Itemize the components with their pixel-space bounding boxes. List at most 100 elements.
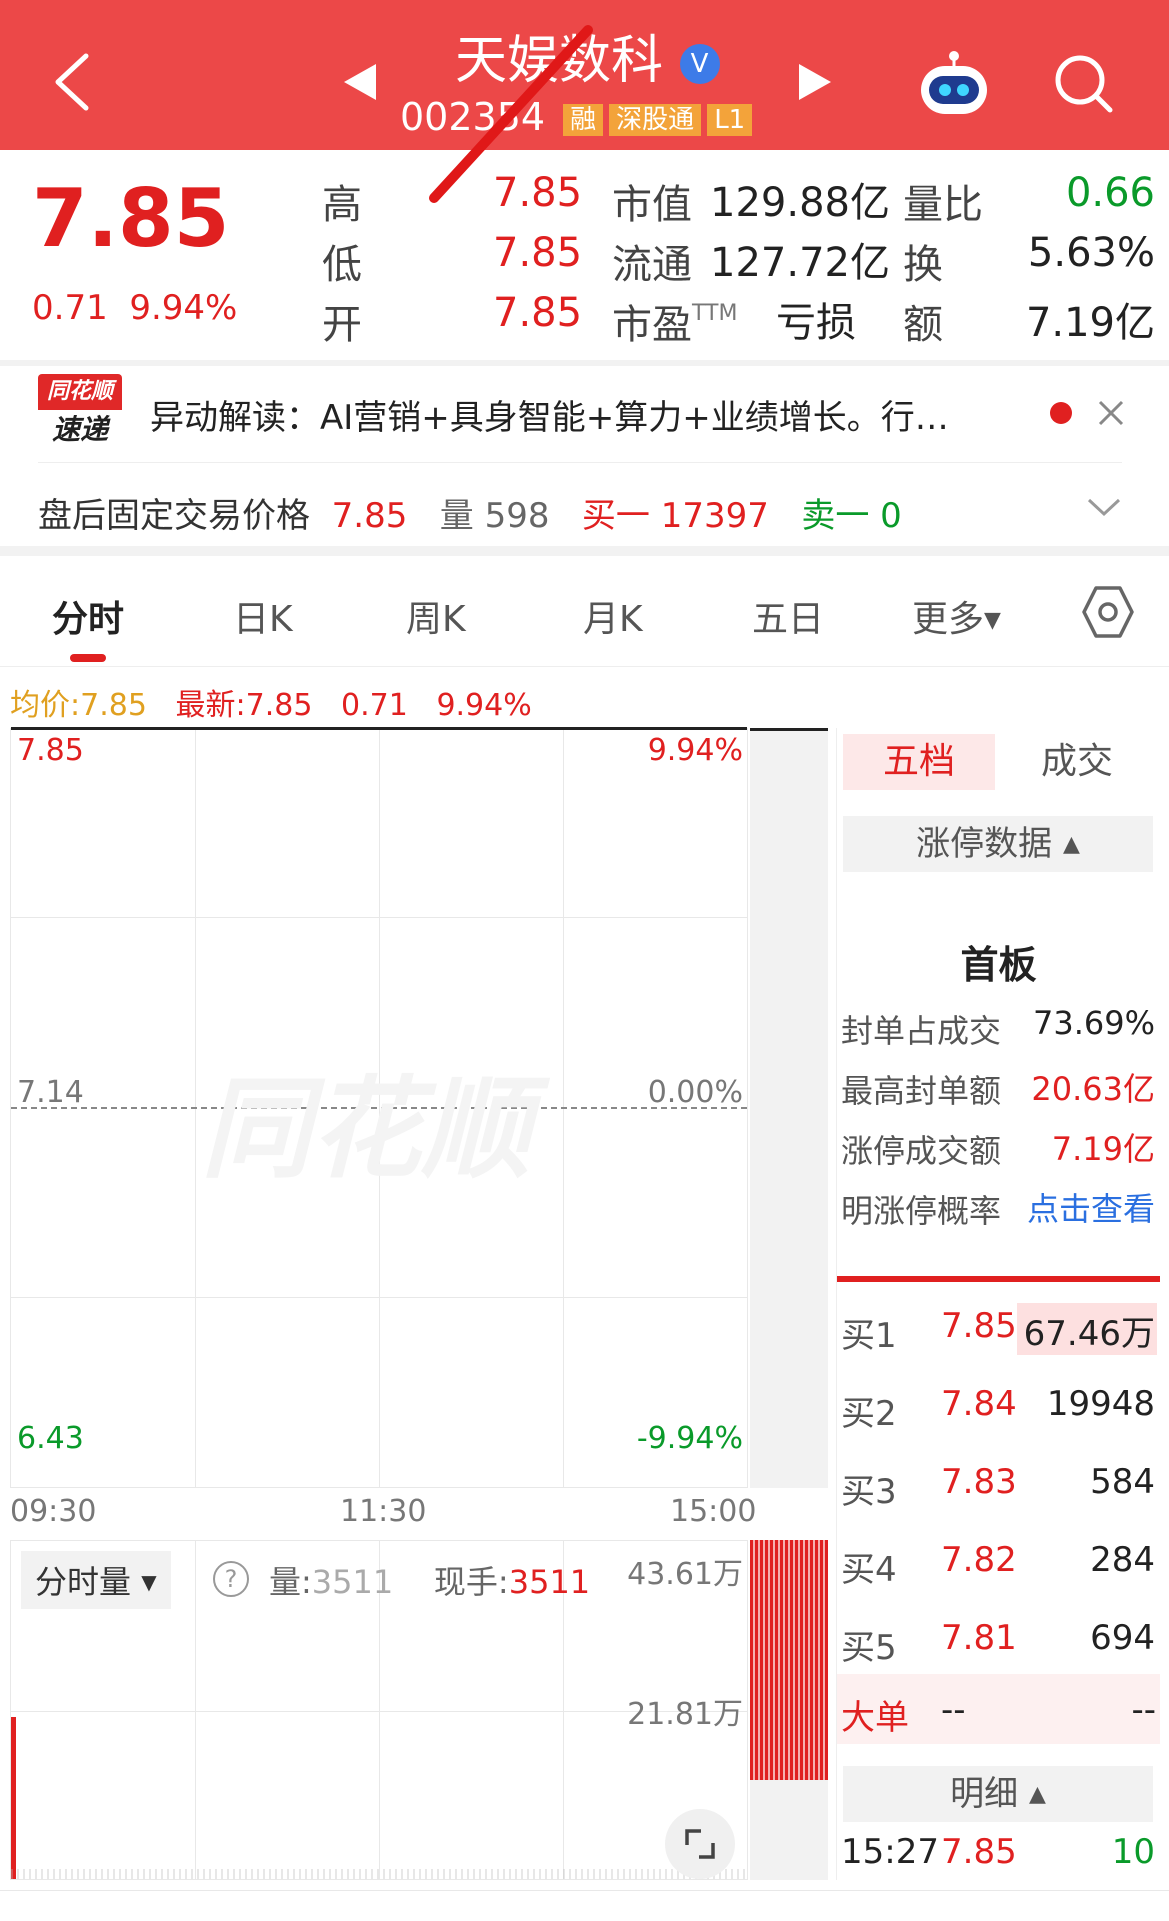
high-label: 高 (322, 182, 362, 228)
y-label-mid: 7.14 (17, 1075, 84, 1110)
next-stock-icon[interactable] (795, 62, 835, 106)
stat-value-probability-link[interactable]: 点击查看 (1027, 1184, 1155, 1230)
help-icon[interactable]: ? (213, 1561, 249, 1597)
order-book-divider (837, 1276, 1160, 1282)
low-label: 低 (322, 242, 362, 288)
opening-volume-bar (11, 1717, 16, 1879)
watermark: 同花顺 (201, 1065, 531, 1193)
back-icon[interactable] (48, 50, 98, 114)
vol-mid-label: 21.81万 (627, 1697, 743, 1732)
turnover-value: 5.63% (1027, 230, 1155, 276)
after-hours-vol: 598 (484, 496, 550, 536)
big-order-a: -- (941, 1690, 966, 1730)
pct-label-mid: 0.00% (647, 1075, 743, 1110)
news-text[interactable]: 异动解读：AI营销+具身智能+算力+业绩增长。行… (150, 390, 1000, 439)
price-chart[interactable]: 同花顺 7.85 7.14 6.43 9.94% 0.00% -9.94% (10, 727, 748, 1488)
bid-5-price: 7.81 (941, 1618, 1017, 1658)
after-hours-price: 7.85 (331, 496, 408, 536)
robot-assistant-icon[interactable] (915, 48, 993, 122)
vol-max-label: 43.61万 (627, 1557, 743, 1592)
detail-price: 7.85 (941, 1832, 1017, 1872)
bid-2-label: 买2 (841, 1394, 897, 1434)
after-hours-row[interactable]: 盘后固定交易价格 7.85 量 598 买一 17397 卖一 0 (38, 488, 902, 537)
tab-trades[interactable]: 成交 (1001, 734, 1153, 790)
chart-edge-price (750, 728, 828, 731)
hand-label: 现手: (433, 1563, 509, 1601)
bid-2-vol: 19948 (1046, 1384, 1155, 1424)
bid-5-label: 买5 (841, 1628, 897, 1668)
settings-hexagon-icon[interactable] (1080, 584, 1136, 644)
info-line: 均价:7.85 最新:7.85 0.71 9.94% (10, 680, 532, 724)
stat-value-max-seal: 20.63亿 (1031, 1070, 1155, 1108)
tab-intraday-indicator (70, 654, 106, 662)
stat-value-seal-ratio: 73.69% (1032, 1004, 1155, 1042)
bid-4-price: 7.82 (941, 1540, 1017, 1580)
tag-level: L1 (707, 103, 753, 136)
market-cap-label: 市值 (612, 182, 692, 228)
y-label-top: 7.85 (17, 733, 84, 768)
tab-five-day[interactable]: 五日 (752, 590, 824, 642)
side-panel: 五档 成交 涨停数据 ▲ 首板 封单占成交 73.69% 最高封单额 20.63… (836, 728, 1160, 1880)
x-label-close: 15:00 (670, 1494, 757, 1529)
tab-five-levels[interactable]: 五档 (843, 734, 995, 790)
tab-monthly-k[interactable]: 月K (583, 590, 643, 642)
section-divider (0, 546, 1169, 556)
chevron-down-icon[interactable] (1086, 496, 1122, 524)
tag-connect: 深股通 (609, 103, 702, 136)
avg-price: 7.85 (80, 688, 147, 723)
pe-ttm-label: TTM (692, 301, 738, 326)
limit-up-toggle[interactable]: 涨停数据 ▲ (843, 816, 1153, 872)
caret-up-icon: ▲ (1028, 1782, 1046, 1807)
caret-up-icon: ▲ (1062, 832, 1080, 857)
unread-dot-icon (1050, 402, 1072, 424)
bid-1-vol: 67.46万 (1023, 1314, 1155, 1354)
prev-stock-icon[interactable] (340, 62, 380, 106)
bid-4-label: 买4 (841, 1550, 897, 1590)
pct-label-bot: -9.94% (636, 1421, 743, 1456)
bottom-divider (0, 1890, 1169, 1891)
fullscreen-icon[interactable] (665, 1809, 735, 1879)
detail-toggle[interactable]: 明细 ▲ (843, 1766, 1153, 1822)
stat-label-limit-amount: 涨停成交额 (841, 1132, 1002, 1170)
after-hours-vol-label: 量 (439, 496, 474, 536)
float-cap-label: 流通 (612, 242, 692, 288)
caret-down-icon: ▼ (141, 1570, 157, 1594)
vol-label: 量: (269, 1563, 312, 1601)
tab-more[interactable]: 更多▼ (912, 590, 1001, 642)
after-hours-buy-label: 买一 (581, 496, 650, 536)
pe-label: 市盈 (612, 302, 692, 348)
pct-label-top: 9.94% (647, 733, 743, 768)
hand-drawn-mark (420, 20, 600, 214)
chart-edge-strip (750, 728, 828, 1488)
turnover-label: 换 (903, 242, 943, 288)
big-order-label: 大单 (841, 1698, 909, 1738)
board-label: 首板 (960, 943, 1037, 987)
volume-ratio-value: 0.66 (1065, 170, 1155, 216)
current-price: 7.85 (32, 172, 230, 265)
amount-value: 7.19亿 (1025, 300, 1155, 346)
volume-chart[interactable]: 分时量 ▼ ? 量:3511 现手:3511 43.61万 21.81万 (10, 1540, 748, 1880)
tab-daily-k[interactable]: 日K (233, 590, 293, 642)
stat-label-probability: 明涨停概率 (841, 1192, 1002, 1230)
hand-value: 3511 (508, 1563, 591, 1601)
pe-value: 亏损 (776, 300, 856, 346)
bid-4-vol: 284 (1090, 1540, 1155, 1580)
after-hours-label: 盘后固定交易价格 (38, 496, 310, 536)
amount-label: 额 (903, 302, 943, 348)
closing-volume-bars (750, 1540, 828, 1780)
volume-ratio-label: 量比 (903, 182, 983, 228)
search-icon[interactable] (1052, 52, 1116, 120)
price-line (11, 727, 747, 730)
bid-5-vol: 694 (1090, 1618, 1155, 1658)
big-order-row: 大单 -- -- (837, 1674, 1160, 1744)
after-hours-buy: 17397 (660, 496, 769, 536)
open-label: 开 (322, 302, 362, 348)
latest-price: 7.85 (245, 688, 313, 723)
volume-selector[interactable]: 分时量 ▼ (21, 1551, 171, 1609)
close-icon[interactable] (1094, 396, 1128, 434)
vol-value: 3511 (311, 1563, 394, 1601)
bid-3-vol: 584 (1090, 1462, 1155, 1502)
tab-intraday[interactable]: 分时 (52, 590, 124, 642)
tab-weekly-k[interactable]: 周K (406, 590, 466, 642)
news-logo: 同花顺 速递 (38, 374, 122, 448)
